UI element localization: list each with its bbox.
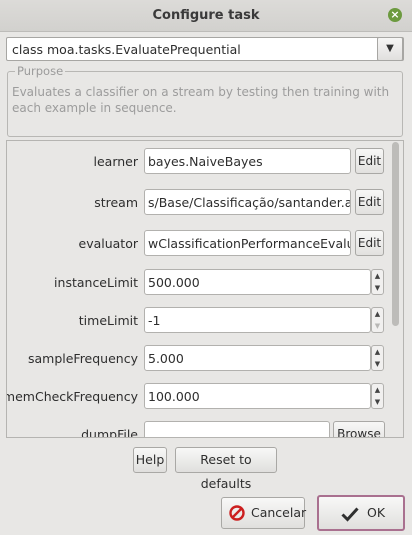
- options-panel: learner bayes.NaiveBayes Edit stream s/B…: [6, 140, 404, 438]
- help-button[interactable]: Help: [133, 447, 167, 473]
- stepper-down-icon[interactable]: ▼: [372, 360, 383, 368]
- options-scrollbar[interactable]: [391, 142, 400, 434]
- option-row-time-limit: timeLimit -1 ▲ ▼: [7, 307, 392, 333]
- task-select[interactable]: class moa.tasks.EvaluatePrequential ▼: [6, 37, 404, 61]
- cancel-label: Cancelar: [251, 505, 307, 520]
- option-row-dump-file: dumpFile Browse: [7, 421, 392, 438]
- time-limit-stepper[interactable]: ▲ ▼: [371, 307, 384, 333]
- option-label: instanceLimit: [54, 275, 138, 290]
- purpose-text: Evaluates a classifier on a stream by te…: [12, 85, 390, 115]
- evaluator-field[interactable]: wClassificationPerformanceEvaluator: [144, 230, 351, 256]
- cancel-icon: [229, 505, 245, 521]
- purpose-legend: Purpose: [15, 64, 66, 78]
- purpose-box: Purpose Evaluates a classifier on a stre…: [7, 64, 403, 137]
- option-row-stream: stream s/Base/Classificação/santander.ar…: [7, 189, 392, 215]
- learner-field[interactable]: bayes.NaiveBayes: [144, 148, 351, 174]
- option-label: stream: [94, 195, 138, 210]
- sample-frequency-stepper[interactable]: ▲ ▼: [371, 345, 384, 371]
- stepper-up-icon[interactable]: ▲: [372, 386, 383, 394]
- stepper-up-icon[interactable]: ▲: [372, 348, 383, 356]
- reset-defaults-button[interactable]: Reset to defaults: [175, 447, 277, 491]
- chevron-down-icon[interactable]: ▼: [377, 37, 403, 61]
- sample-frequency-input[interactable]: 5.000: [144, 345, 371, 371]
- time-limit-input[interactable]: -1: [144, 307, 371, 333]
- instance-limit-stepper[interactable]: ▲ ▼: [371, 269, 384, 295]
- stream-edit-button[interactable]: Edit: [355, 189, 384, 215]
- option-label: sampleFrequency: [27, 351, 138, 366]
- option-row-instance-limit: instanceLimit 500.000 ▲ ▼: [7, 269, 392, 295]
- mem-check-frequency-stepper[interactable]: ▲ ▼: [371, 383, 384, 409]
- learner-edit-button[interactable]: Edit: [355, 148, 384, 174]
- ok-button[interactable]: OK: [317, 495, 405, 531]
- instance-limit-input[interactable]: 500.000: [144, 269, 371, 295]
- window-title: Configure task: [152, 8, 260, 23]
- checkmark-icon: [341, 507, 359, 522]
- task-select-value: class moa.tasks.EvaluatePrequential: [12, 42, 241, 57]
- stepper-down-icon[interactable]: ▼: [372, 398, 383, 406]
- option-label: timeLimit: [78, 313, 138, 328]
- dump-file-browse-button[interactable]: Browse: [333, 421, 385, 437]
- stepper-up-icon[interactable]: ▲: [372, 272, 383, 280]
- option-row-sample-frequency: sampleFrequency 5.000 ▲ ▼: [7, 345, 392, 371]
- evaluator-edit-button[interactable]: Edit: [355, 230, 384, 256]
- stepper-up-icon[interactable]: ▲: [372, 310, 383, 318]
- option-label: evaluator: [78, 236, 139, 251]
- stream-field[interactable]: s/Base/Classificação/santander.arff: [144, 189, 351, 215]
- option-label: memCheckFrequency: [6, 389, 138, 404]
- stepper-down-icon: ▼: [374, 322, 381, 330]
- stepper-down-icon[interactable]: ▼: [372, 284, 383, 292]
- option-label: learner: [93, 154, 139, 169]
- option-row-learner: learner bayes.NaiveBayes Edit: [7, 148, 392, 174]
- title-bar: Configure task ×: [0, 0, 412, 32]
- close-icon[interactable]: ×: [388, 8, 402, 22]
- cancel-button[interactable]: Cancelar: [221, 497, 307, 529]
- mem-check-frequency-input[interactable]: 100.000: [144, 383, 371, 409]
- dump-file-input[interactable]: [144, 421, 330, 437]
- option-row-evaluator: evaluator wClassificationPerformanceEval…: [7, 230, 392, 256]
- option-label: dumpFile: [81, 427, 138, 438]
- option-row-mem-check-frequency: memCheckFrequency 100.000 ▲ ▼: [7, 383, 392, 409]
- ok-label: OK: [367, 505, 386, 520]
- scrollbar-thumb[interactable]: [392, 142, 399, 326]
